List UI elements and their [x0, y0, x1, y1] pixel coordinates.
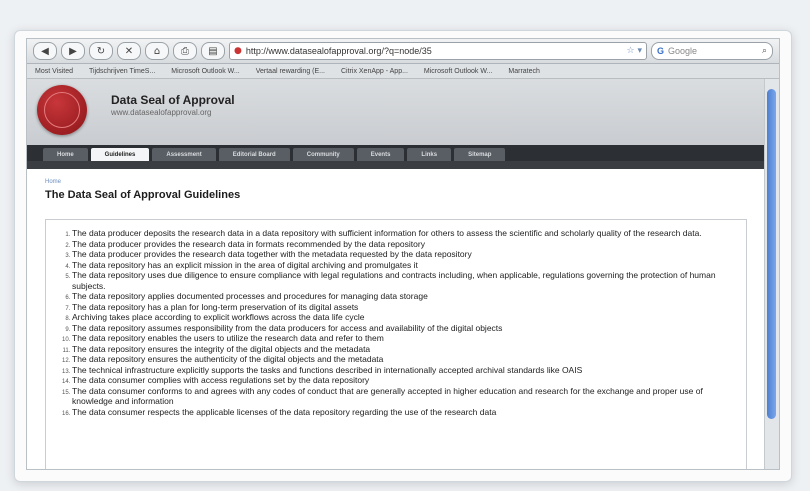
nav-tab-assessment[interactable]: Assessment [152, 148, 216, 161]
print-button[interactable]: ⎙ [173, 42, 197, 60]
bookmark-star-icon[interactable]: ☆ ▾ [627, 46, 642, 56]
nav-tab-home[interactable]: Home [43, 148, 88, 161]
guideline-item: The data repository assumes responsibili… [72, 323, 736, 334]
guideline-item: The data repository has a plan for long-… [72, 302, 736, 313]
nav-tab-sitemap[interactable]: Sitemap [454, 148, 506, 161]
guidelines-box: The data producer deposits the research … [45, 219, 747, 469]
history-button[interactable]: ▤ [201, 42, 225, 60]
guideline-item: The technical infrastructure explicitly … [72, 365, 736, 376]
bookmark-item[interactable]: Tijdschrijven TimeS... [89, 68, 155, 75]
nav-tab-events[interactable]: Events [356, 148, 405, 161]
reload-button[interactable]: ↻ [89, 42, 113, 60]
bookmark-item[interactable]: Marratech [508, 68, 540, 75]
search-box[interactable]: G Google ⌕ [651, 42, 773, 60]
site-header: Data Seal of Approval www.datasealofappr… [27, 79, 765, 145]
guideline-item: The data repository uses due diligence t… [72, 270, 736, 291]
breadcrumb[interactable]: Home [45, 179, 765, 185]
bookmarks-bar: Most Visited Tijdschrijven TimeS... Micros… [27, 64, 779, 79]
home-button[interactable]: ⌂ [145, 42, 169, 60]
guideline-item: The data repository has an explicit miss… [72, 260, 736, 271]
bookmark-item[interactable]: Most Visited [35, 68, 73, 75]
guideline-item: The data repository applies documented p… [72, 291, 736, 302]
guideline-item: The data repository ensures the integrit… [72, 344, 736, 355]
guideline-item: The data repository enables the users to… [72, 333, 736, 344]
guideline-item: The data producer provides the research … [72, 249, 736, 260]
search-icon[interactable]: ⌕ [762, 46, 767, 56]
guideline-item: The data consumer complies with access r… [72, 375, 736, 386]
bookmark-item[interactable]: Vertaal rewarding (E... [256, 68, 325, 75]
address-bar[interactable]: ● http://www.datasealofapproval.org/?q=n… [229, 42, 647, 60]
guideline-item: Archiving takes place according to expli… [72, 312, 736, 323]
bookmark-item[interactable]: Citrix XenApp - App... [341, 68, 408, 75]
guidelines-list: The data producer deposits the research … [56, 228, 736, 417]
seal-logo[interactable] [37, 85, 87, 135]
web-page: Data Seal of Approval www.datasealofappr… [27, 79, 765, 469]
stop-button[interactable]: ✕ [117, 42, 141, 60]
guideline-item: The data repository ensures the authenti… [72, 354, 736, 365]
back-button[interactable]: ◀ [33, 42, 57, 60]
bookmark-item[interactable]: Microsoft Outlook W... [424, 68, 492, 75]
nav-tab-links[interactable]: Links [407, 148, 452, 161]
browser-window: ◀ ▶ ↻ ✕ ⌂ ⎙ ▤ ● http://www.datasealofapp… [26, 38, 780, 470]
scrollbar-thumb[interactable] [767, 89, 776, 419]
nav-tab-guidelines[interactable]: Guidelines [90, 148, 150, 161]
site-title[interactable]: Data Seal of Approval [111, 93, 235, 107]
guideline-item: The data consumer respects the applicabl… [72, 407, 736, 418]
nav-tab-editorial-board[interactable]: Editorial Board [218, 148, 290, 161]
site-icon: ● [234, 46, 242, 56]
bookmark-item[interactable]: Microsoft Outlook W... [171, 68, 239, 75]
site-url: www.datasealofapproval.org [111, 108, 212, 117]
nav-strip [27, 161, 765, 169]
nav-tab-community[interactable]: Community [292, 148, 354, 161]
guideline-item: The data producer provides the research … [72, 239, 736, 250]
forward-button[interactable]: ▶ [61, 42, 85, 60]
site-nav: Home Guidelines Assessment Editorial Board C… [27, 145, 765, 161]
vertical-scrollbar[interactable] [764, 79, 779, 469]
search-engine-icon: G [657, 46, 665, 56]
guideline-item: The data producer deposits the research … [72, 228, 736, 239]
browser-toolbar: ◀ ▶ ↻ ✕ ⌂ ⎙ ▤ ● http://www.datasealofapp… [27, 39, 779, 64]
url-text: http://www.datasealofapproval.org/?q=nod… [245, 46, 432, 56]
guideline-item: The data consumer conforms to and agrees… [72, 386, 736, 407]
page-title: The Data Seal of Approval Guidelines [45, 189, 241, 201]
search-placeholder: Google [668, 46, 698, 56]
